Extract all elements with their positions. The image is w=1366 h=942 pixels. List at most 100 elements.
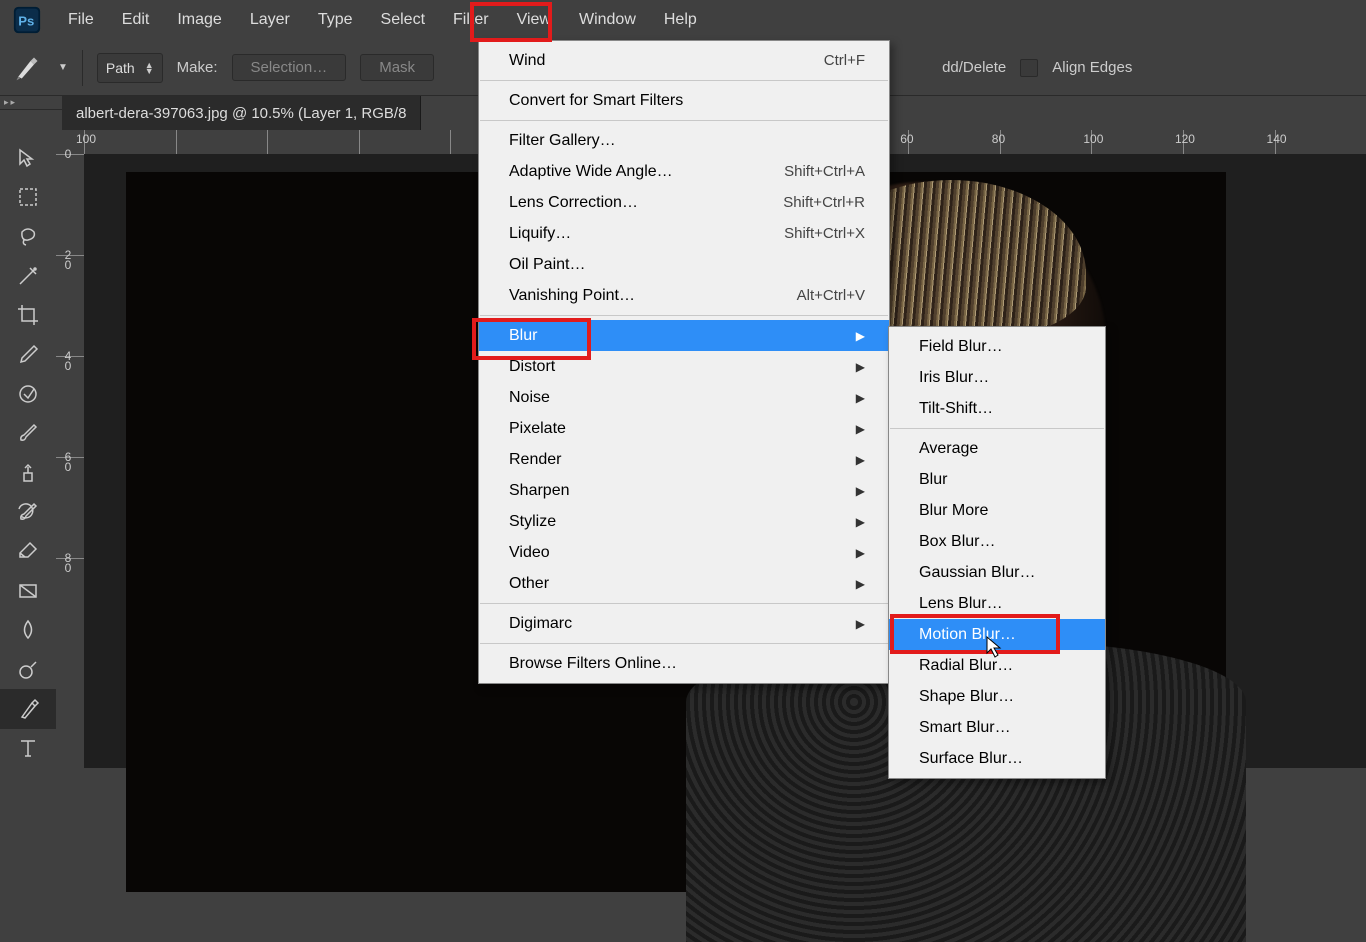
tool-type[interactable]: [0, 729, 56, 768]
submenu-arrow-icon: ▶: [856, 515, 865, 529]
menu-item-label: Sharpen: [509, 482, 570, 500]
ruler-tick: 100: [84, 130, 176, 154]
tools-panel: [0, 130, 57, 768]
document-tab[interactable]: albert-dera-397063.jpg @ 10.5% (Layer 1,…: [62, 96, 421, 130]
ruler-vertical[interactable]: 020406080: [56, 154, 85, 768]
ruler-tick: 60: [56, 457, 84, 558]
blur-menu-item-iris-blur[interactable]: Iris Blur…: [889, 362, 1105, 393]
filter-menu-item-distort[interactable]: Distort▶: [479, 351, 889, 382]
tool-healing[interactable]: [0, 374, 56, 413]
filter-menu-item-vanishing-point[interactable]: Vanishing Point…Alt+Ctrl+V: [479, 280, 889, 311]
menu-item-label: Lens Correction…: [509, 194, 638, 212]
blur-menu-item-gaussian-blur[interactable]: Gaussian Blur…: [889, 557, 1105, 588]
ruler-tick: 120: [1183, 130, 1275, 154]
blur-menu-item-average[interactable]: Average: [889, 433, 1105, 464]
menu-item-label: Distort: [509, 358, 555, 376]
menu-item-label: Liquify…: [509, 225, 571, 243]
tool-dodge[interactable]: [0, 650, 56, 689]
menu-image[interactable]: Image: [163, 0, 235, 40]
filter-menu-item-wind[interactable]: WindCtrl+F: [479, 45, 889, 76]
ruler-tick: 80: [56, 558, 84, 659]
menu-item-label: Blur: [919, 471, 947, 489]
tool-pen[interactable]: [0, 689, 56, 728]
menu-layer[interactable]: Layer: [236, 0, 304, 40]
submenu-arrow-icon: ▶: [856, 617, 865, 631]
blur-menu-item-blur[interactable]: Blur: [889, 464, 1105, 495]
menu-item-label: Field Blur…: [919, 338, 1003, 356]
menu-select[interactable]: Select: [367, 0, 439, 40]
blur-menu-item-smart-blur[interactable]: Smart Blur…: [889, 712, 1105, 743]
mask-button[interactable]: Mask: [360, 54, 434, 81]
menu-filter[interactable]: Filter: [439, 0, 503, 40]
blur-menu-item-box-blur[interactable]: Box Blur…: [889, 526, 1105, 557]
filter-menu-item-liquify[interactable]: Liquify… Shift+Ctrl+X: [479, 218, 889, 249]
tool-move[interactable]: [0, 138, 56, 177]
align-edges-checkbox[interactable]: [1020, 59, 1038, 77]
blur-menu-item-field-blur[interactable]: Field Blur…: [889, 331, 1105, 362]
tool-marquee[interactable]: [0, 177, 56, 216]
submenu-arrow-icon: ▶: [856, 453, 865, 467]
filter-menu-item-convert-for-smart-filters[interactable]: Convert for Smart Filters: [479, 85, 889, 116]
tool-gradient[interactable]: [0, 571, 56, 610]
submenu-arrow-icon: ▶: [856, 484, 865, 498]
ruler-tick: 100: [1091, 130, 1183, 154]
filter-menu-item-noise[interactable]: Noise ▶: [479, 382, 889, 413]
submenu-arrow-icon: ▶: [856, 391, 865, 405]
path-mode-label: Path: [106, 60, 135, 76]
ruler-tick: 0: [56, 154, 84, 255]
filter-menu-item-adaptive-wide-angle[interactable]: Adaptive Wide Angle…Shift+Ctrl+A: [479, 156, 889, 187]
menu-item-label: Noise: [509, 389, 550, 407]
blur-menu-item-shape-blur[interactable]: Shape Blur…: [889, 681, 1105, 712]
chevron-down-icon[interactable]: ▼: [58, 62, 68, 73]
filter-menu-item-sharpen[interactable]: Sharpen ▶: [479, 475, 889, 506]
filter-menu-item-stylize[interactable]: Stylize▶: [479, 506, 889, 537]
selection-button[interactable]: Selection…: [232, 54, 347, 81]
filter-menu-item-filter-gallery[interactable]: Filter Gallery…: [479, 125, 889, 156]
path-mode-dropdown[interactable]: Path ▲▼: [97, 53, 163, 83]
menu-item-shortcut: Shift+Ctrl+X: [784, 225, 865, 242]
menu-item-label: Tilt-Shift…: [919, 400, 993, 418]
menu-edit[interactable]: Edit: [108, 0, 164, 40]
tool-eraser[interactable]: [0, 532, 56, 571]
blur-menu-item-tilt-shift[interactable]: Tilt-Shift…: [889, 393, 1105, 424]
tool-clone[interactable]: [0, 453, 56, 492]
tool-magic-wand[interactable]: [0, 256, 56, 295]
blur-menu-item-motion-blur[interactable]: Motion Blur…: [889, 619, 1105, 650]
filter-menu: WindCtrl+F Convert for Smart Filters Filte…: [478, 40, 890, 684]
menu-separator: [480, 120, 888, 121]
filter-menu-item-oil-paint[interactable]: Oil Paint…: [479, 249, 889, 280]
menu-type[interactable]: Type: [304, 0, 367, 40]
menu-separator: [890, 428, 1104, 429]
tool-brush[interactable]: [0, 414, 56, 453]
filter-menu-item-render[interactable]: Render▶: [479, 444, 889, 475]
filter-menu-item-digimarc[interactable]: Digimarc▶: [479, 608, 889, 639]
active-tool-pen-icon: [10, 51, 44, 85]
menu-item-label: Gaussian Blur…: [919, 564, 1036, 582]
filter-menu-item-video[interactable]: Video▶: [479, 537, 889, 568]
filter-menu-item-other[interactable]: Other▶: [479, 568, 889, 599]
tool-blur[interactable]: [0, 611, 56, 650]
menu-item-label: Convert for Smart Filters: [509, 92, 683, 110]
blur-menu-item-radial-blur[interactable]: Radial Blur…: [889, 650, 1105, 681]
filter-menu-item-browse-filters-online[interactable]: Browse Filters Online…: [479, 648, 889, 679]
blur-menu-item-blur-more[interactable]: Blur More: [889, 495, 1105, 526]
tool-history-brush[interactable]: [0, 492, 56, 531]
blur-menu-item-lens-blur[interactable]: Lens Blur…: [889, 588, 1105, 619]
menu-window[interactable]: Window: [565, 0, 650, 40]
tool-crop[interactable]: [0, 296, 56, 335]
submenu-arrow-icon: ▶: [856, 422, 865, 436]
blur-menu-item-surface-blur[interactable]: Surface Blur…: [889, 743, 1105, 774]
divider: [82, 50, 83, 86]
menu-view[interactable]: View: [503, 0, 565, 40]
expand-panels-icon[interactable]: ▸▸: [0, 96, 62, 110]
filter-menu-item-pixelate[interactable]: Pixelate▶: [479, 413, 889, 444]
menu-file[interactable]: File: [54, 0, 108, 40]
updown-icon: ▲▼: [145, 62, 154, 74]
filter-menu-item-blur[interactable]: Blur▶: [479, 320, 889, 351]
menu-help[interactable]: Help: [650, 0, 711, 40]
tool-eyedropper[interactable]: [0, 335, 56, 374]
menu-item-label: Other: [509, 575, 549, 593]
filter-menu-item-lens-correction[interactable]: Lens Correction…Shift+Ctrl+R: [479, 187, 889, 218]
menu-item-label: Box Blur…: [919, 533, 995, 551]
tool-lasso[interactable]: [0, 217, 56, 256]
